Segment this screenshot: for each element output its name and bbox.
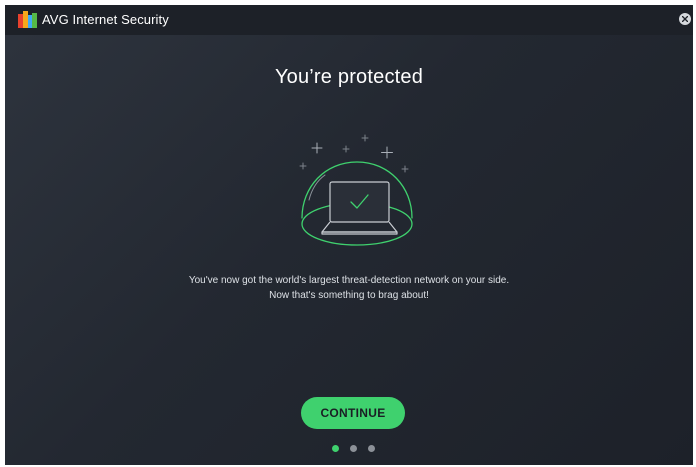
close-icon [682,16,688,22]
app-window: AVG Internet Security You’re protected Y… [5,5,693,465]
message-line-2: Now that's something to brag about! [269,290,429,301]
window-title: AVG Internet Security [42,12,169,27]
close-button[interactable] [679,13,691,25]
pagination-dot-3[interactable] [368,445,375,452]
continue-button[interactable]: CONTINUE [301,397,405,429]
avg-logo-icon [18,11,37,28]
page-title: You’re protected [274,66,424,88]
protected-laptop-icon [299,134,413,246]
title-bar: AVG Internet Security [5,5,693,35]
message-line-1: You've now got the world's largest threa… [188,275,510,286]
sparkle-icon [299,134,409,173]
protection-message: You've now got the world's largest threa… [5,273,693,303]
pagination-dot-1[interactable] [332,445,339,452]
laptop-icon [321,181,398,235]
pagination-dot-2[interactable] [350,445,357,452]
